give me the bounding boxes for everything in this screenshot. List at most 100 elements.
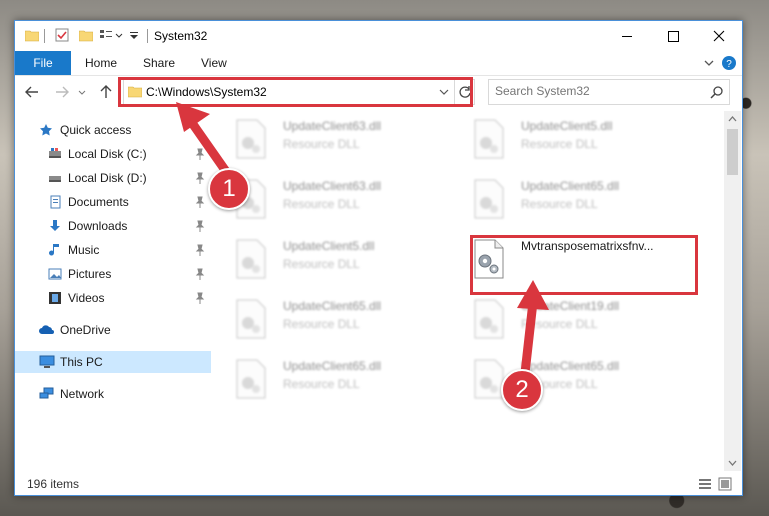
file-name: UpdateClient5.dll xyxy=(283,239,375,253)
minimize-icon xyxy=(622,36,632,37)
scroll-thumb[interactable] xyxy=(727,129,738,175)
sidebar-item-downloads[interactable]: Downloads xyxy=(15,215,211,237)
downloads-icon xyxy=(50,220,60,231)
maximize-button[interactable] xyxy=(650,21,696,51)
sidebar-item-label: Pictures xyxy=(68,267,112,281)
dll-file-icon xyxy=(474,179,504,219)
sidebar-item-label: Local Disk (D:) xyxy=(68,171,147,185)
file-type: Resource DLL xyxy=(283,257,360,271)
file-item[interactable]: UpdateClient5.dll Resource DLL xyxy=(215,235,435,289)
sidebar-item-label: OneDrive xyxy=(60,323,111,337)
vertical-scrollbar[interactable] xyxy=(724,111,741,471)
search-box[interactable] xyxy=(488,79,730,105)
computer-icon xyxy=(39,355,55,368)
search-icon[interactable] xyxy=(710,85,724,99)
minimize-button[interactable] xyxy=(604,21,650,51)
dll-file-icon xyxy=(236,239,266,279)
pin-icon[interactable] xyxy=(195,244,205,256)
file-name: UpdateClient65.dll xyxy=(283,359,382,373)
svg-text:?: ? xyxy=(726,59,732,70)
file-type: Resource DLL xyxy=(521,137,598,151)
sidebar-item-label: Quick access xyxy=(60,123,132,137)
pin-icon[interactable] xyxy=(195,292,205,304)
dll-file-icon xyxy=(474,359,504,399)
sidebar-item-music[interactable]: Music xyxy=(15,239,211,261)
qa-separator xyxy=(44,29,45,43)
dll-file-icon xyxy=(474,119,504,159)
step-badge-1: 1 xyxy=(208,168,250,210)
videos-icon xyxy=(49,292,61,304)
status-bar: 196 items xyxy=(15,473,742,495)
search-input[interactable] xyxy=(495,83,695,99)
sidebar-item-onedrive[interactable]: OneDrive xyxy=(15,319,211,341)
close-button[interactable] xyxy=(696,21,742,51)
scroll-up-icon[interactable] xyxy=(724,111,741,127)
file-item[interactable]: UpdateClient65.dll Resource DLL xyxy=(215,295,435,349)
sidebar-item-label: Network xyxy=(60,387,105,401)
drive-icon xyxy=(49,148,61,158)
title-separator xyxy=(147,29,148,43)
customize-toolbar-icon[interactable] xyxy=(129,28,139,42)
close-icon xyxy=(713,30,725,42)
chevron-down-icon[interactable] xyxy=(115,28,123,42)
drive-icon xyxy=(49,176,61,182)
sidebar-item-label: Downloads xyxy=(68,219,128,233)
documents-icon xyxy=(50,195,61,209)
dll-file-icon xyxy=(236,359,266,399)
file-name: UpdateClient65.dll xyxy=(283,299,382,313)
sidebar-item-label: This PC xyxy=(60,355,103,369)
up-arrow-icon[interactable] xyxy=(97,83,115,101)
star-icon xyxy=(40,124,52,136)
sidebar-item-label: Videos xyxy=(68,291,105,305)
view-options-icon[interactable] xyxy=(99,28,113,42)
pin-icon[interactable] xyxy=(195,268,205,280)
pin-icon[interactable] xyxy=(195,196,205,208)
sidebar-item-this-pc[interactable]: This PC xyxy=(15,351,211,373)
file-name: UpdateClient63.dll xyxy=(283,179,382,193)
file-item[interactable]: UpdateClient5.dll Resource DLL xyxy=(453,115,673,169)
tab-home[interactable]: Home xyxy=(85,51,117,75)
folder-icon xyxy=(25,30,39,42)
title-bar: System32 xyxy=(15,21,742,51)
file-name: UpdateClient5.dll xyxy=(521,119,613,133)
step-badge-2: 2 xyxy=(501,369,543,411)
sidebar-item-pictures[interactable]: Pictures xyxy=(15,263,211,285)
tab-share[interactable]: Share xyxy=(143,51,175,75)
file-name: UpdateClient65.dll xyxy=(521,179,620,193)
details-view-icon[interactable] xyxy=(698,477,712,491)
expand-ribbon-icon[interactable] xyxy=(701,55,717,71)
file-item[interactable]: UpdateClient65.dll Resource DLL xyxy=(453,175,673,229)
tab-view[interactable]: View xyxy=(201,51,227,75)
file-type: Resource DLL xyxy=(283,137,360,151)
back-arrow-icon[interactable] xyxy=(23,83,41,101)
sidebar-item-label: Local Disk (C:) xyxy=(68,147,147,161)
item-count: 196 items xyxy=(27,477,80,491)
sidebar-item-network[interactable]: Network xyxy=(15,383,211,405)
sidebar-item-label: Documents xyxy=(68,195,129,209)
window-title: System32 xyxy=(154,29,208,43)
new-folder-icon[interactable] xyxy=(79,28,93,42)
cloud-icon xyxy=(39,325,54,334)
scroll-down-icon[interactable] xyxy=(724,455,741,471)
properties-icon[interactable] xyxy=(55,28,69,42)
recent-locations-icon[interactable] xyxy=(77,83,87,101)
file-type: Resource DLL xyxy=(521,197,598,211)
dll-file-icon xyxy=(236,299,266,339)
pictures-icon xyxy=(48,268,62,280)
sidebar-item-videos[interactable]: Videos xyxy=(15,287,211,309)
file-type: Resource DLL xyxy=(283,377,360,391)
ribbon-tabs: File Home Share View ? xyxy=(15,51,742,76)
maximize-icon xyxy=(668,31,679,42)
forward-arrow-icon[interactable] xyxy=(53,83,71,101)
music-icon xyxy=(49,244,59,256)
file-type: Resource DLL xyxy=(283,317,360,331)
file-name: UpdateClient63.dll xyxy=(283,119,382,133)
file-item[interactable]: UpdateClient65.dll Resource DLL xyxy=(215,355,435,409)
tab-file[interactable]: File xyxy=(15,51,71,75)
file-type: Resource DLL xyxy=(283,197,360,211)
network-icon xyxy=(39,387,54,399)
help-icon[interactable]: ? xyxy=(721,55,737,71)
large-icons-view-icon[interactable] xyxy=(718,477,732,491)
dll-file-icon xyxy=(474,299,504,339)
pin-icon[interactable] xyxy=(195,220,205,232)
